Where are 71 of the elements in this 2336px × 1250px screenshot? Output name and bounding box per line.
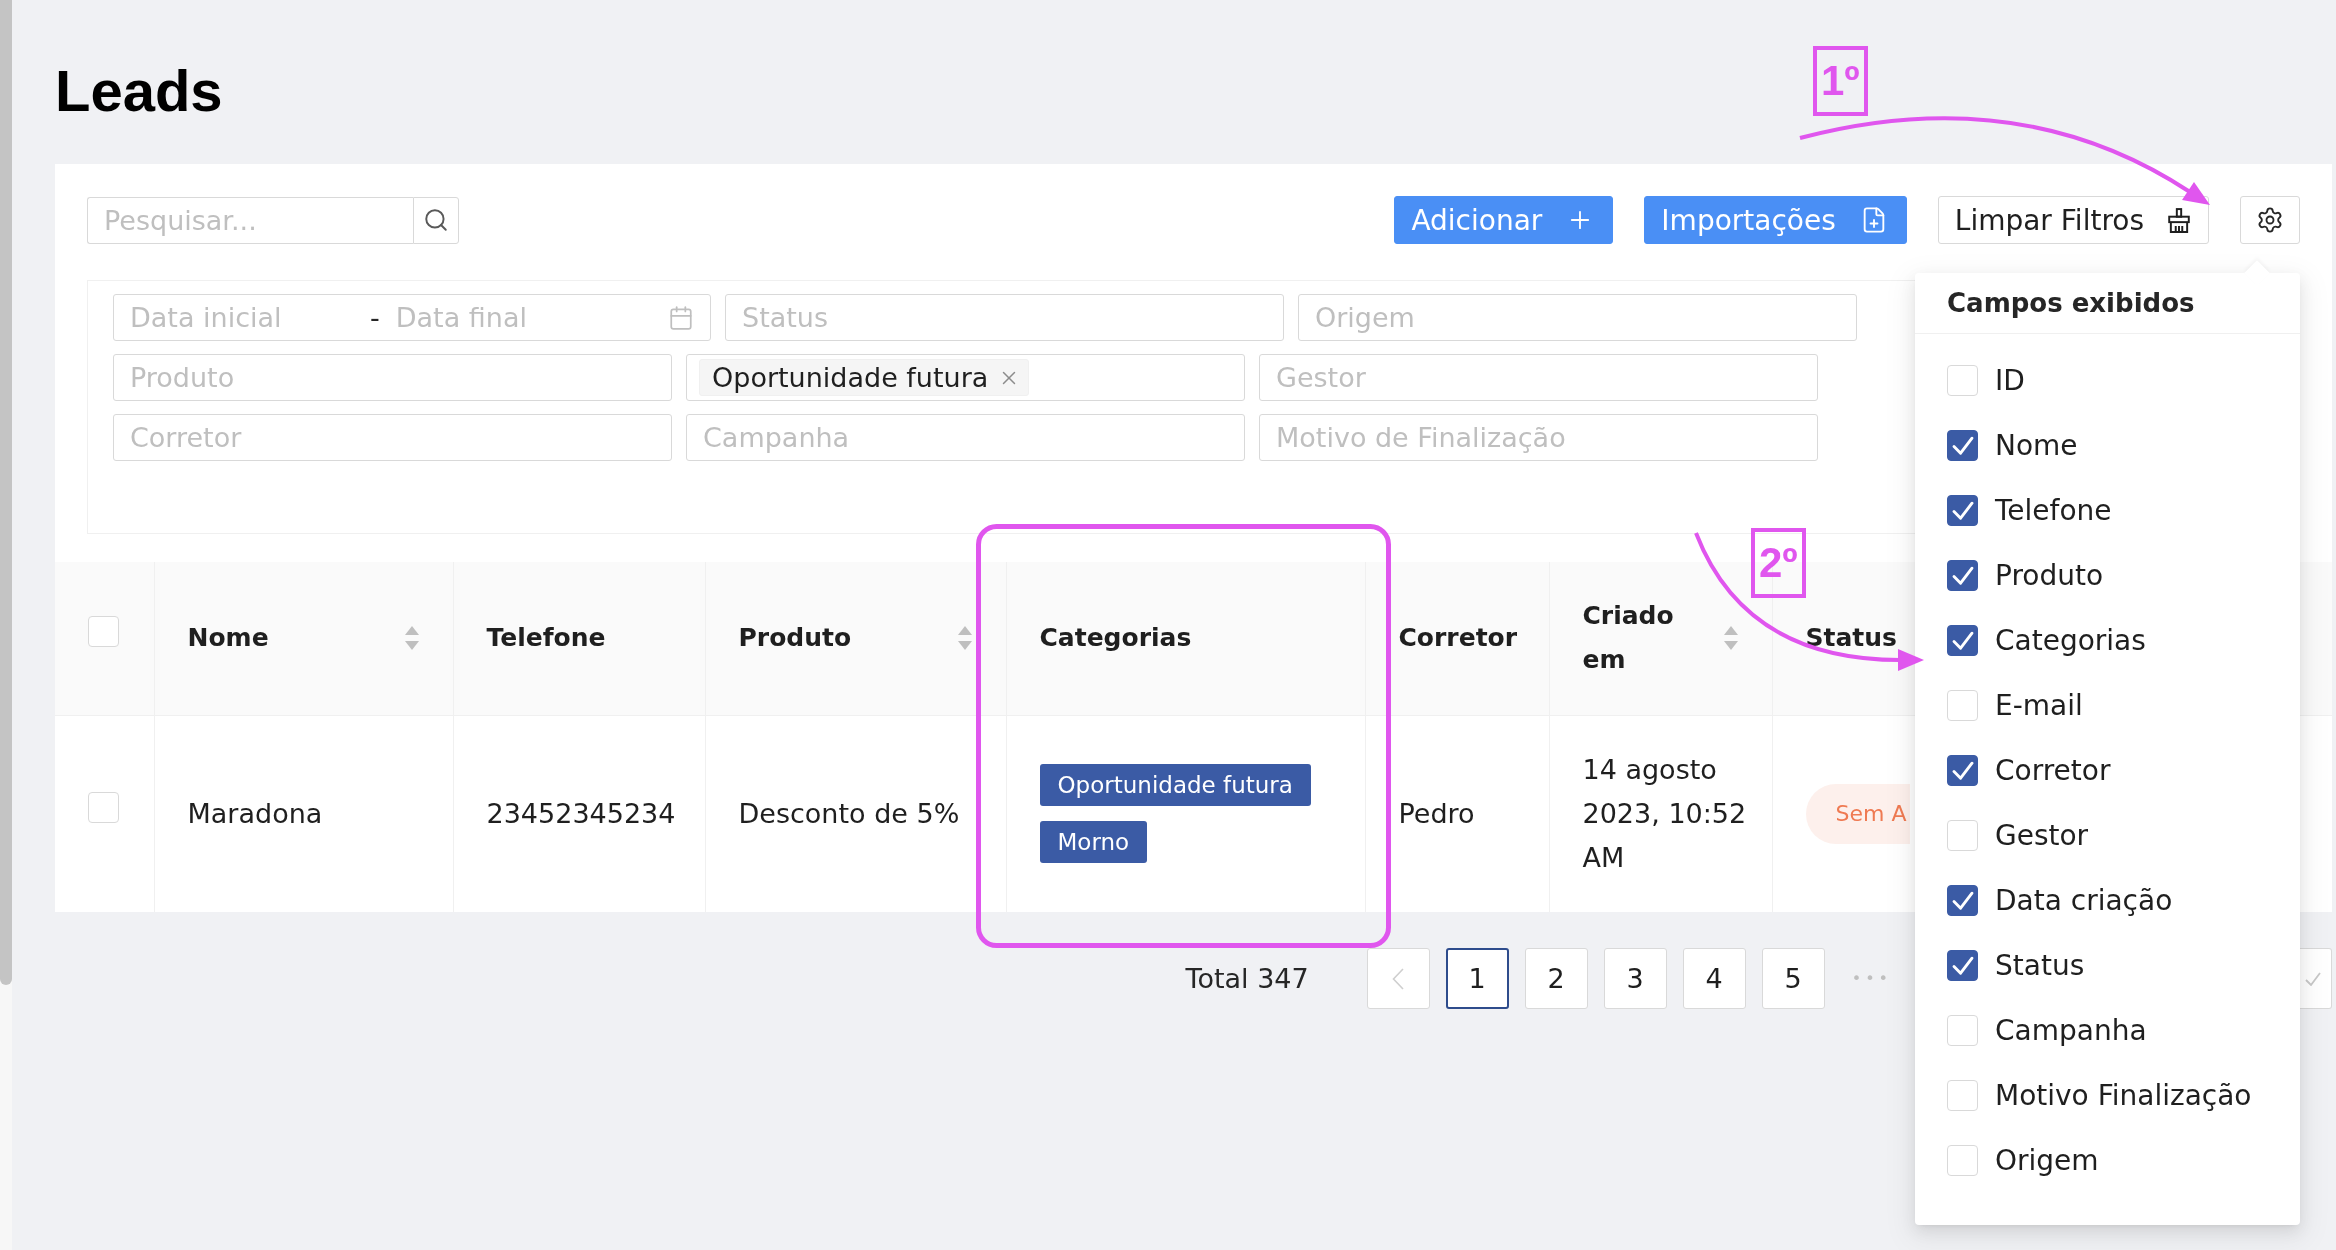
table-cell: Pedro <box>1365 715 1549 912</box>
checkbox[interactable] <box>1947 950 1978 981</box>
annotation-label: 2º <box>1751 528 1806 598</box>
page-title: Leads <box>55 57 223 125</box>
column-header[interactable]: Categorias <box>1039 616 1192 661</box>
menu-option[interactable]: Status <box>1915 933 2117 998</box>
search-field[interactable]: Pesquisar... <box>87 196 413 244</box>
search-icon <box>423 207 449 233</box>
table-cell: 23452345234 <box>453 715 705 912</box>
settings-button[interactable] <box>2240 196 2300 244</box>
category-tag: Morno <box>1039 821 1148 864</box>
table-cell: 14 agosto 2023, 10:52 AM <box>1549 715 1772 912</box>
column-header[interactable]: Produto <box>738 616 852 661</box>
clear-filters-button[interactable]: Limpar Filtros <box>1937 196 2209 244</box>
column-header[interactable]: Telefone <box>486 616 606 661</box>
settings-icon <box>2256 206 2284 234</box>
chevron-left-icon <box>1392 967 1405 990</box>
menu-option[interactable]: Corretor <box>1915 738 2143 803</box>
column-header[interactable]: Corretor <box>1398 616 1518 661</box>
select-field[interactable]: Campanha <box>686 414 1245 461</box>
tick-icon <box>2305 971 2321 986</box>
tag-select-field[interactable]: Oportunidade futura <box>686 354 1245 401</box>
category-tag: Oportunidade futura <box>1039 764 1311 807</box>
select-field[interactable]: Corretor <box>113 414 672 461</box>
menu-option[interactable]: E-mail <box>1915 673 2115 738</box>
select-field[interactable]: Status <box>725 294 1284 341</box>
checkbox[interactable] <box>1947 560 1978 591</box>
sort-icon[interactable] <box>404 626 419 651</box>
column-header[interactable]: Nome <box>187 616 269 661</box>
page-button[interactable]: 4 <box>1682 948 1746 1009</box>
menu-option[interactable]: Campanha <box>1915 998 2179 1063</box>
select-field[interactable]: Gestor <box>1259 354 1818 401</box>
menu-option[interactable]: Origem <box>1915 1128 2131 1193</box>
select-field[interactable]: Origem <box>1298 294 1857 341</box>
tag-label: Oportunidade futura <box>712 362 989 393</box>
end-date-input[interactable]: Data final <box>395 299 656 336</box>
checkbox[interactable] <box>1947 625 1978 656</box>
scrollbar-thumb[interactable] <box>0 0 12 985</box>
range-separator: - <box>370 302 380 333</box>
select-field[interactable]: Motivo de Finalização <box>1259 414 1818 461</box>
menu-option[interactable]: Categorias <box>1915 608 2178 673</box>
menu-option[interactable]: Data criação <box>1915 868 2205 933</box>
status-tag: Sem A <box>1805 783 1911 844</box>
brush-icon <box>2168 207 2190 233</box>
checkbox[interactable] <box>1947 755 1978 786</box>
sort-icon[interactable] <box>957 626 972 651</box>
select-field[interactable]: Produto <box>113 354 672 401</box>
page-button[interactable]: 1 <box>1445 948 1509 1009</box>
checkbox[interactable] <box>1947 885 1978 916</box>
checkbox[interactable] <box>1947 495 1978 526</box>
menu-option[interactable]: Produto <box>1915 543 2136 608</box>
total-count: Total 347 <box>1185 963 1309 994</box>
menu-option[interactable]: Gestor <box>1915 803 2121 868</box>
menu-title: Campos exibidos <box>1947 288 2195 318</box>
page-button[interactable]: 2 <box>1524 948 1588 1009</box>
annotation-label: 1º <box>1813 46 1868 116</box>
menu-option[interactable]: Nome <box>1915 413 2110 478</box>
start-date-input[interactable]: Data inicial <box>130 299 360 336</box>
sort-icon[interactable] <box>1723 626 1738 651</box>
search-button[interactable] <box>413 196 459 244</box>
table-cell: Desconto de 5% <box>705 715 1006 912</box>
page-button[interactable]: 3 <box>1603 948 1667 1009</box>
date-range-field[interactable]: Data inicial - Data final <box>113 294 711 341</box>
menu-option[interactable]: ID <box>1915 348 2057 413</box>
table-cell: Maradona <box>154 715 453 912</box>
column-header[interactable]: Status <box>1805 616 1897 661</box>
menu-option[interactable]: Telefone <box>1915 478 2144 543</box>
calendar-icon[interactable] <box>668 304 694 331</box>
menu-option[interactable]: Motivo Finalização <box>1915 1063 2284 1128</box>
checkbox[interactable] <box>1947 430 1978 461</box>
page-button[interactable]: 5 <box>1761 948 1825 1009</box>
